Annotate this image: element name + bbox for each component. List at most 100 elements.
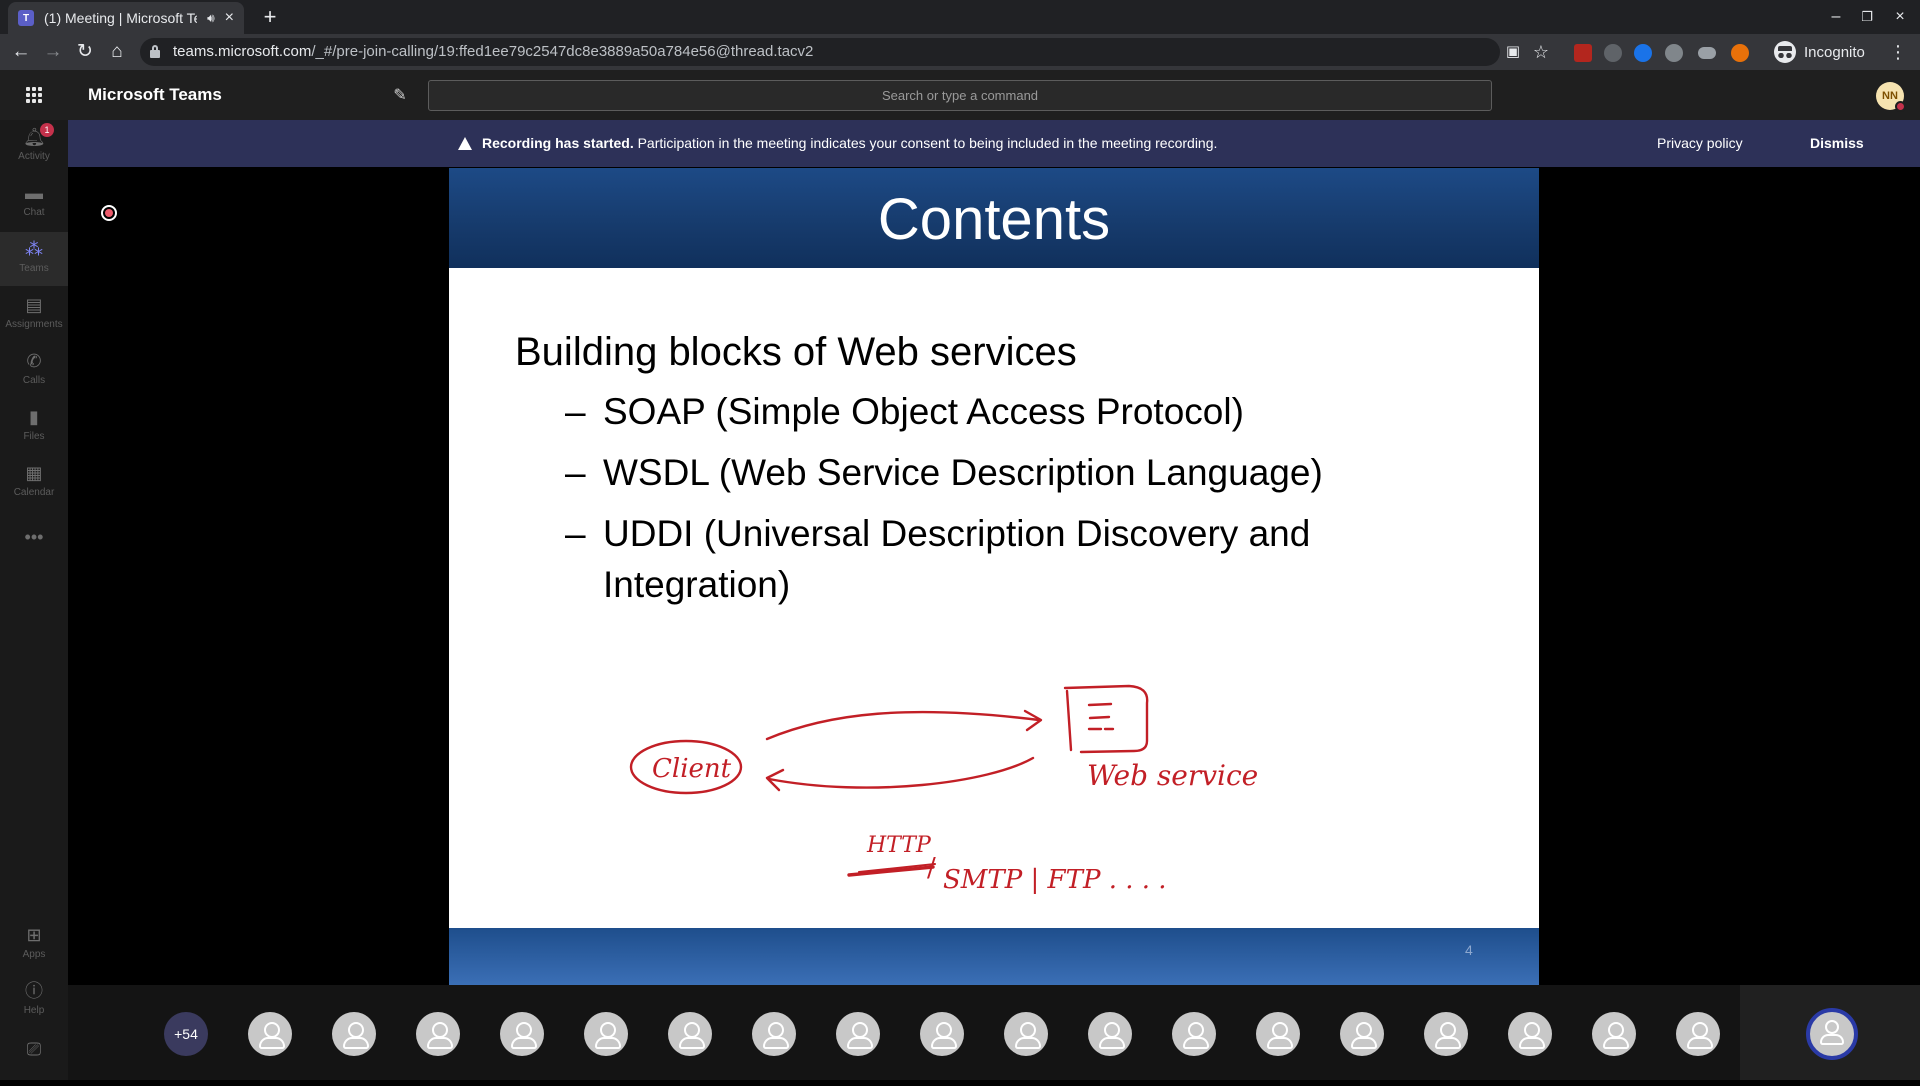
apps-icon: ⊞ xyxy=(26,925,42,945)
ink-label: Client xyxy=(652,754,732,784)
download-desktop-app-button[interactable]: ⎚ xyxy=(0,1032,68,1086)
teams-header: Microsoft Teams ✎ Search or type a comma… xyxy=(0,70,1920,120)
recording-started-text: Recording has started. xyxy=(482,135,634,151)
participant-avatar[interactable] xyxy=(1256,1012,1300,1056)
rail-item-assignments[interactable]: ▤ Assignments xyxy=(0,288,68,342)
rail-item-teams[interactable]: ⁂ Teams xyxy=(0,232,68,286)
participant-avatar[interactable] xyxy=(1424,1012,1468,1056)
recording-banner: Recording has started. Participation in … xyxy=(68,120,1920,167)
slide-footer xyxy=(449,928,1539,985)
participant-avatar[interactable] xyxy=(332,1012,376,1056)
new-tab-button[interactable]: + xyxy=(256,3,284,31)
participant-avatar[interactable] xyxy=(500,1012,544,1056)
desktop-download-icon: ⎚ xyxy=(26,1039,42,1059)
back-arrow-icon[interactable]: ← xyxy=(6,37,36,67)
participant-avatar[interactable] xyxy=(1592,1012,1636,1056)
dismiss-button[interactable]: Dismiss xyxy=(1810,135,1864,151)
extension-cloud-icon[interactable] xyxy=(1698,47,1716,59)
incognito-profile-button[interactable]: Incognito xyxy=(1774,40,1865,64)
notification-badge: 1 xyxy=(40,123,54,137)
participant-avatar[interactable] xyxy=(836,1012,880,1056)
incognito-icon xyxy=(1774,41,1796,63)
teams-icon: ⁂ xyxy=(25,239,43,259)
extension-puzzle-icon[interactable] xyxy=(1604,44,1622,62)
participant-avatar[interactable] xyxy=(584,1012,628,1056)
participant-avatar[interactable] xyxy=(416,1012,460,1056)
lock-icon[interactable] xyxy=(150,45,160,59)
ink-label: Web service xyxy=(1087,759,1258,792)
camera-blocked-icon[interactable]: ▣ xyxy=(1498,37,1528,67)
ellipsis-icon: ••• xyxy=(24,527,44,547)
rail-label: Calls xyxy=(22,375,46,386)
more-apps-button[interactable]: ••• xyxy=(0,520,68,574)
rail-item-files[interactable]: ▮ Files xyxy=(0,400,68,454)
file-icon: ▮ xyxy=(29,407,39,427)
home-icon[interactable]: ⌂ xyxy=(102,37,132,67)
web-service-document xyxy=(1063,684,1149,754)
participant-avatar[interactable] xyxy=(1172,1012,1216,1056)
app-rail: 🔔︎ 1 Activity ▬ Chat ⁂ Teams ▤ Assignmen… xyxy=(0,120,68,1080)
request-arrow xyxy=(765,710,1041,741)
recording-consent-text: Participation in the meeting indicates y… xyxy=(633,135,1218,151)
calendar-icon: ▦ xyxy=(25,463,43,483)
app-title: Microsoft Teams xyxy=(88,85,222,104)
rail-item-help[interactable]: ⓘ Help xyxy=(0,974,68,1028)
privacy-policy-link[interactable]: Privacy policy xyxy=(1657,135,1743,151)
participant-avatar[interactable] xyxy=(1004,1012,1048,1056)
chat-icon: ▬ xyxy=(25,183,43,203)
browser-toolbar: ← → ↻ ⌂ teams.microsoft.com/_#/pre-join-… xyxy=(0,34,1920,97)
rail-item-apps[interactable]: ⊞ Apps xyxy=(0,918,68,972)
rail-label: Apps xyxy=(22,949,46,960)
rail-label: Teams xyxy=(19,263,49,274)
forward-arrow-icon[interactable]: → xyxy=(38,37,68,67)
browser-tab[interactable]: T (1) Meeting | Microsoft Teams 🔊︎ × xyxy=(8,2,244,34)
participant-avatar[interactable] xyxy=(1340,1012,1384,1056)
rail-item-calls[interactable]: ✆ Calls xyxy=(0,344,68,398)
tab-title: (1) Meeting | Microsoft Teams xyxy=(44,10,197,26)
bookmark-star-icon[interactable]: ☆ xyxy=(1526,37,1556,67)
participant-avatar[interactable] xyxy=(248,1012,292,1056)
speaker-icon[interactable]: 🔊︎ xyxy=(207,11,215,26)
reload-icon[interactable]: ↻ xyxy=(70,37,100,67)
assignments-icon: ▤ xyxy=(25,295,43,315)
presence-status-icon xyxy=(1895,101,1906,112)
incognito-label: Incognito xyxy=(1804,43,1865,61)
extension-orange-icon[interactable] xyxy=(1731,44,1749,62)
rail-item-activity[interactable]: 🔔︎ 1 Activity xyxy=(0,120,68,174)
participant-avatar[interactable] xyxy=(752,1012,796,1056)
slide-bullet-list: – SOAP (Simple Object Access Protocol) – W… xyxy=(515,386,1475,610)
app-launcher-icon[interactable] xyxy=(26,87,42,103)
help-icon: ⓘ xyxy=(25,981,43,1001)
participant-avatar[interactable] xyxy=(668,1012,712,1056)
close-window-icon[interactable]: × xyxy=(1885,4,1915,30)
minimize-window-icon[interactable]: – xyxy=(1821,4,1851,30)
slide-body: Building blocks of Web services – SOAP (S… xyxy=(515,328,1475,620)
rail-label: Assignments xyxy=(5,319,63,330)
client-ellipse xyxy=(629,739,743,795)
rail-item-calendar[interactable]: ▦ Calendar xyxy=(0,456,68,510)
shared-slide: Contents Building blocks of Web services… xyxy=(449,168,1539,985)
restore-window-icon[interactable]: ❐ xyxy=(1852,4,1882,30)
extension-ublock-icon[interactable] xyxy=(1574,44,1592,62)
slide-bullet: – SOAP (Simple Object Access Protocol) xyxy=(565,391,1244,432)
participant-avatar[interactable] xyxy=(920,1012,964,1056)
more-participants-button[interactable]: +54 xyxy=(164,1012,208,1056)
slide-title: Contents xyxy=(877,187,1111,252)
close-tab-icon[interactable]: × xyxy=(225,9,234,27)
rail-label: Files xyxy=(23,431,45,442)
participant-avatar[interactable] xyxy=(1508,1012,1552,1056)
search-command-input[interactable]: Search or type a command xyxy=(428,80,1492,111)
participant-avatar[interactable] xyxy=(1088,1012,1132,1056)
rail-label: Calendar xyxy=(13,487,55,498)
extension-blue-circle-icon[interactable] xyxy=(1634,44,1652,62)
url-text[interactable]: teams.microsoft.com/_#/pre-join-calling/… xyxy=(173,43,813,60)
browser-tab-strip: T (1) Meeting | Microsoft Teams 🔊︎ × + –… xyxy=(0,0,1920,34)
participant-avatar[interactable] xyxy=(1676,1012,1720,1056)
self-avatar[interactable] xyxy=(1806,1008,1858,1060)
slide-bullet: – WSDL (Web Service Description Language) xyxy=(565,452,1323,493)
new-chat-compose-icon[interactable]: ✎ xyxy=(390,85,410,105)
teams-favicon-icon: T xyxy=(18,10,34,26)
rail-item-chat[interactable]: ▬ Chat xyxy=(0,176,68,230)
extension-grey-icon[interactable] xyxy=(1665,44,1683,62)
browser-menu-icon[interactable]: ⋮ xyxy=(1888,38,1908,66)
